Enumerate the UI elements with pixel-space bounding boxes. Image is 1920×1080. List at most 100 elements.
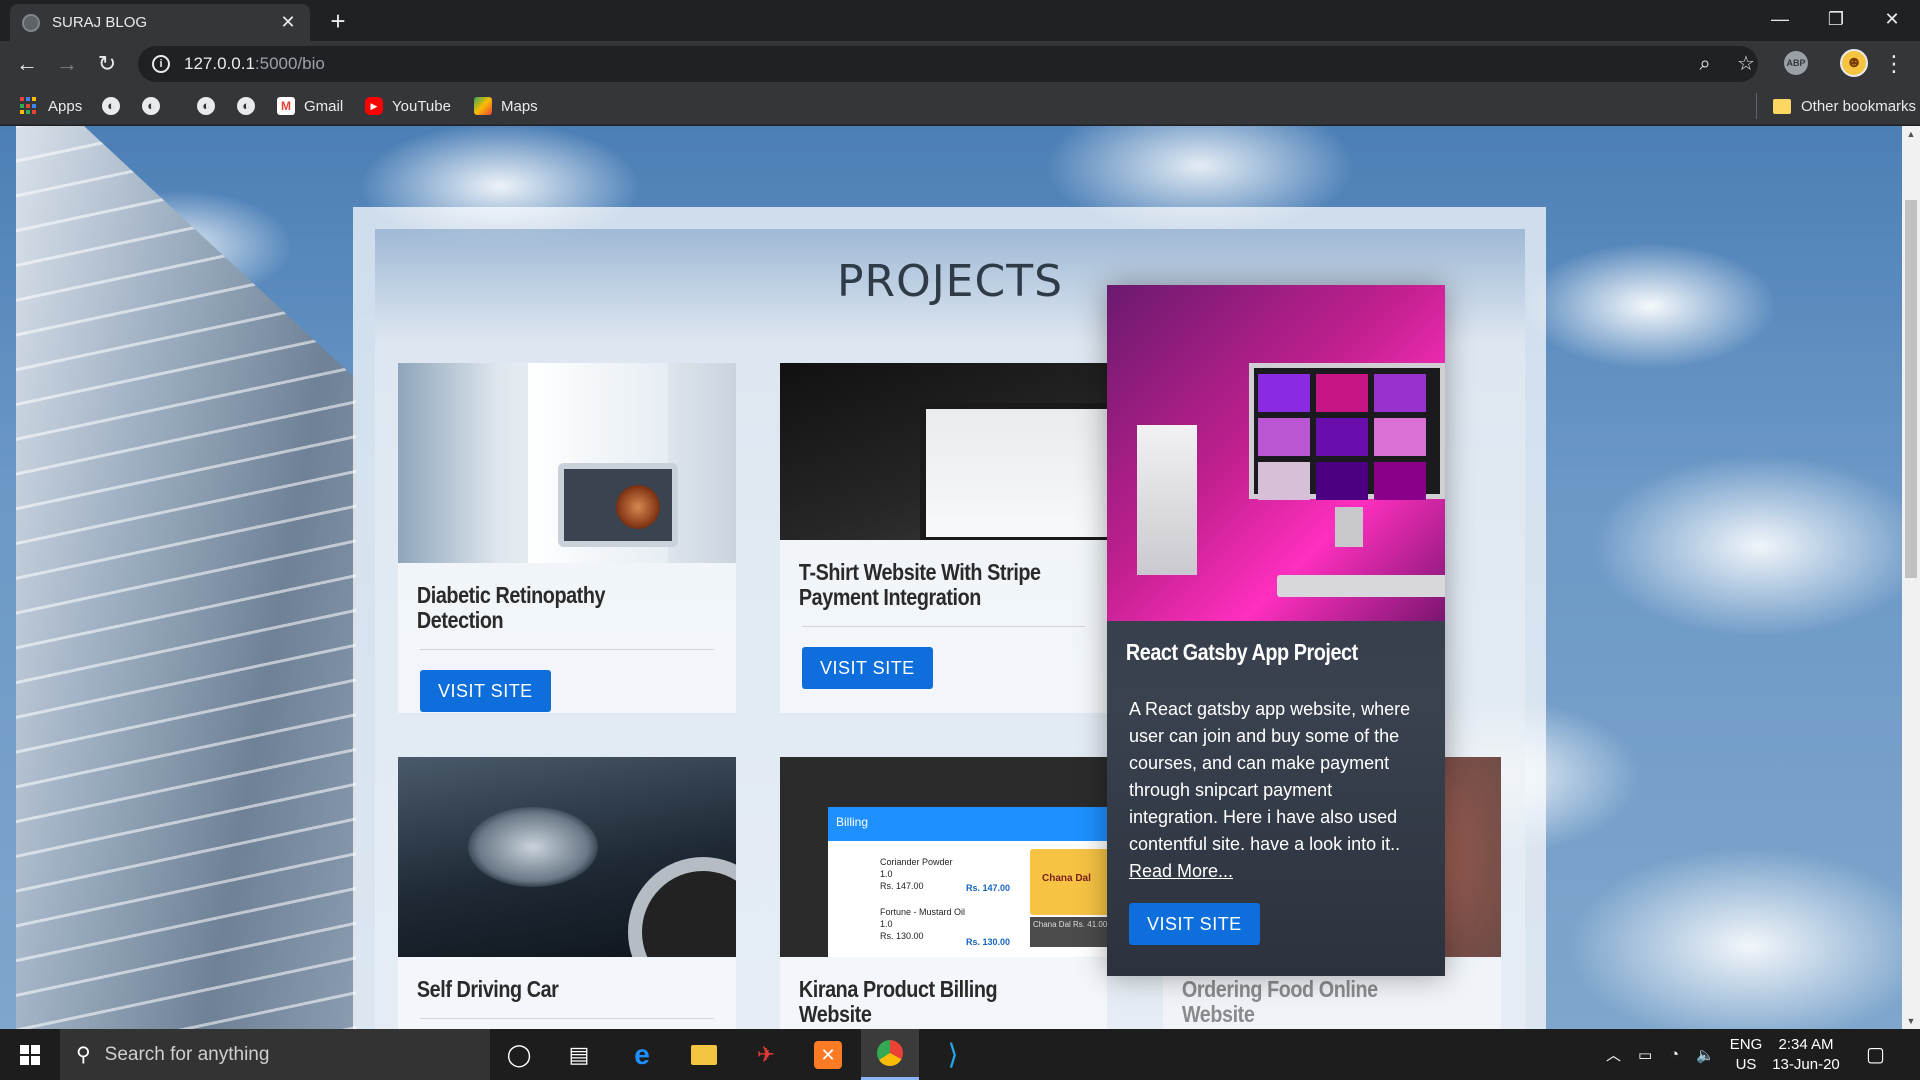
battery-icon[interactable]: ▭ — [1638, 1029, 1652, 1080]
chrome-icon[interactable] — [861, 1029, 919, 1080]
globe-icon: ◐ — [102, 97, 120, 115]
show-hidden-icons[interactable]: ︿ — [1606, 1029, 1621, 1080]
cortana-icon[interactable]: ◯ — [490, 1029, 548, 1080]
bookmark-apps[interactable]: Apps — [20, 93, 82, 119]
bookmark-globe-2[interactable]: ◐ — [142, 93, 160, 119]
bookmark-maps-label: Maps — [501, 97, 538, 115]
address-bar[interactable]: i 127.0.0.1:5000/bio — [138, 46, 1758, 82]
site-info-icon[interactable]: i — [152, 55, 170, 73]
featured-project-title: React Gatsby App Project — [1125, 639, 1358, 665]
browser-tab-bar: SURAJ BLOG ✕ + — ❐ ✕ — [0, 0, 1920, 41]
bookmark-maps[interactable]: Maps — [474, 93, 538, 119]
language-indicator[interactable]: ENG US — [1724, 1035, 1768, 1075]
billing-item1-name: Coriander Powder — [880, 857, 953, 867]
url-path: :5000/bio — [254, 54, 325, 73]
vscode-icon[interactable]: ⟩ — [924, 1029, 982, 1080]
browser-tab[interactable]: SURAJ BLOG ✕ — [10, 4, 310, 41]
billing-item1-qty: 1.0 — [880, 869, 893, 879]
wifi-icon[interactable]: ◔ — [1670, 1029, 1679, 1080]
featured-project-description: A React gatsby app website, where user c… — [1107, 666, 1445, 885]
volume-icon[interactable]: 🔈 — [1696, 1029, 1715, 1080]
billing-item2-price: Rs. 130.00 — [880, 931, 924, 941]
page-scrollbar[interactable]: ▲ ▼ — [1902, 126, 1920, 1029]
project-title: Ordering Food Online Website — [1181, 976, 1378, 1027]
search-icon: ⚲ — [76, 1044, 91, 1066]
project-card: Diabetic Retinopathy Detection VISIT SIT… — [398, 363, 736, 713]
start-button[interactable] — [0, 1029, 60, 1080]
reload-button[interactable]: ↻ — [92, 49, 122, 79]
scrollbar-thumb[interactable] — [1905, 200, 1917, 578]
bookmark-youtube-label: YouTube — [392, 97, 451, 115]
billing-item2-qty: 1.0 — [880, 919, 893, 929]
bookmark-star-icon[interactable]: ☆ — [1731, 49, 1761, 79]
background-building-image — [16, 126, 356, 1029]
project-title: Self Driving Car — [416, 976, 559, 1002]
project-image-laptop — [780, 363, 1118, 540]
maps-icon — [474, 97, 492, 115]
file-explorer-icon[interactable] — [675, 1029, 733, 1080]
profile-avatar[interactable]: ☻ — [1840, 49, 1868, 77]
tab-title: SURAJ BLOG — [52, 14, 148, 31]
billing-item1-total: Rs. 147.00 — [966, 883, 1011, 893]
browser-toolbar: ← → ↻ i 127.0.0.1:5000/bio ⌕ ☆ ABP ☻ ⋮ — [0, 41, 1920, 87]
new-tab-button[interactable]: + — [322, 6, 354, 38]
featured-description-text: A React gatsby app website, where user c… — [1129, 699, 1411, 854]
bookmarks-bar: Apps ◐ ◐ ◐ ◐ M Gmail ▶ YouTube Maps Othe… — [0, 87, 1920, 125]
project-image-workspace — [1107, 285, 1445, 621]
globe-favicon-icon — [22, 13, 40, 32]
bookmark-youtube[interactable]: ▶ YouTube — [365, 93, 451, 119]
windows-taskbar: ⚲ Search for anything ◯ ▤ e ✈ ✕ ⟩ ︿ ▭ ◔ … — [0, 1029, 1920, 1080]
edge-icon[interactable]: e — [613, 1029, 671, 1080]
restore-button[interactable]: ❐ — [1808, 0, 1864, 40]
globe-icon: ◐ — [237, 97, 255, 115]
back-button[interactable]: ← — [12, 49, 42, 79]
read-more-link[interactable]: Read More... — [1129, 861, 1233, 881]
featured-project-card[interactable]: React Gatsby App Project A React gatsby … — [1107, 285, 1445, 976]
taskbar-search[interactable]: ⚲ Search for anything — [60, 1029, 490, 1080]
task-view-icon[interactable]: ▤ — [550, 1029, 608, 1080]
visit-site-button[interactable]: VISIT SITE — [420, 670, 551, 712]
bookmark-globe-4[interactable]: ◐ — [237, 93, 255, 119]
taskbar-clock[interactable]: 2:34 AM 13-Jun-20 — [1768, 1035, 1844, 1075]
close-window-button[interactable]: ✕ — [1864, 0, 1920, 40]
billing-item2-name: Fortune - Mustard Oil — [880, 907, 966, 917]
project-card: T-Shirt Website With Stripe Payment Inte… — [780, 363, 1118, 713]
windows-logo-icon — [20, 1044, 40, 1065]
project-image-billing: Billing Coriander Powder 1.0 Rs. 147.00 … — [780, 757, 1118, 957]
scroll-down-arrow-icon[interactable]: ▼ — [1902, 1013, 1920, 1029]
other-bookmarks[interactable]: Other bookmarks — [1756, 93, 1916, 119]
browser-menu-icon[interactable]: ⋮ — [1880, 49, 1908, 79]
scroll-up-arrow-icon[interactable]: ▲ — [1902, 126, 1920, 142]
taskbar-search-placeholder: Search for anything — [104, 1043, 270, 1065]
globe-icon: ◐ — [142, 97, 160, 115]
bookmark-apps-label: Apps — [48, 97, 83, 115]
game-app-icon[interactable]: ✈ — [737, 1029, 795, 1080]
gmail-icon: M — [277, 97, 295, 115]
billing-item1-price: Rs. 147.00 — [880, 881, 924, 891]
bookmark-globe-3[interactable]: ◐ — [197, 93, 215, 119]
minimize-button[interactable]: — — [1752, 0, 1808, 40]
region-code: US — [1735, 1056, 1757, 1073]
bookmark-globe-1[interactable]: ◐ — [102, 93, 120, 119]
clock-date: 13-Jun-20 — [1772, 1056, 1840, 1073]
project-image-car — [398, 757, 736, 957]
zoom-icon[interactable]: ⌕ — [1690, 49, 1720, 79]
xampp-icon[interactable]: ✕ — [799, 1029, 857, 1080]
youtube-icon: ▶ — [365, 97, 383, 115]
billing-tag2-text: Chana Dal Rs. 41.00 — [1030, 917, 1112, 947]
bookmark-gmail[interactable]: M Gmail — [277, 93, 343, 119]
apps-grid-icon — [20, 97, 38, 115]
other-bookmarks-label: Other bookmarks — [1801, 97, 1917, 115]
notification-icon[interactable]: ▢ — [1866, 1029, 1885, 1080]
folder-icon — [1773, 98, 1791, 114]
bookmark-gmail-label: Gmail — [304, 97, 344, 115]
adblock-extension-icon[interactable]: ABP — [1784, 51, 1808, 75]
billing-item2-total: Rs. 130.00 — [966, 937, 1011, 947]
billing-tag-text: Chana Dal — [1042, 873, 1091, 884]
visit-site-button[interactable]: VISIT SITE — [802, 647, 933, 689]
close-tab-icon[interactable]: ✕ — [278, 12, 298, 33]
globe-icon: ◐ — [197, 97, 215, 115]
visit-site-button[interactable]: VISIT SITE — [1129, 903, 1260, 945]
page-viewport: PROJECTS Diabetic Retinopathy Detection … — [0, 126, 1902, 1029]
forward-button[interactable]: → — [52, 49, 82, 79]
